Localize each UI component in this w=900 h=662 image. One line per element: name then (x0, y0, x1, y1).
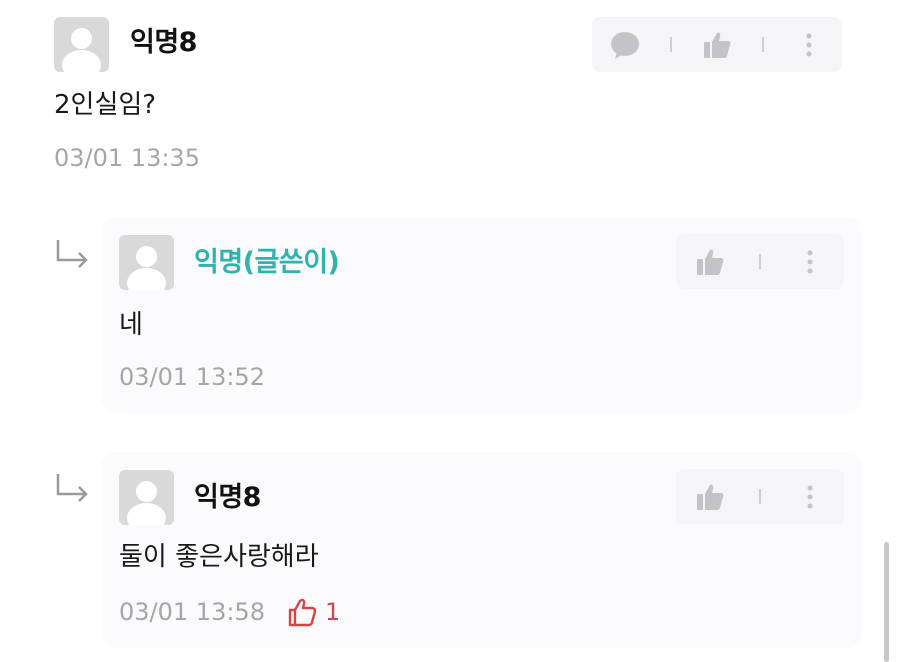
reply-time: 03/01 13:52 (119, 363, 265, 391)
reply-author[interactable]: 익명8 (194, 482, 261, 514)
reply-card: 익명8 둘이 좋은사랑해라 03/01 13:58 1 (102, 452, 862, 648)
reply-icon[interactable] (605, 25, 645, 65)
reply-author[interactable]: 익명(글쓴이) (194, 247, 340, 279)
avatar[interactable] (54, 17, 109, 72)
reply-meta-row: 03/01 13:58 1 (119, 597, 340, 627)
reply-card: 익명(글쓴이) 네 03/01 13:52 (102, 217, 862, 413)
thumbs-up-icon[interactable] (690, 242, 730, 282)
reply-arrow-icon (56, 474, 88, 502)
scrollbar[interactable] (884, 542, 889, 662)
comment-author[interactable]: 익명8 (130, 27, 197, 59)
reply-arrow-icon (56, 240, 88, 268)
more-vertical-icon[interactable] (790, 477, 830, 517)
reply-time: 03/01 13:58 (119, 598, 265, 626)
like-count-value: 1 (324, 598, 341, 626)
reply-text: 네 (119, 310, 143, 340)
avatar[interactable] (119, 235, 174, 290)
like-count: 1 (287, 597, 340, 627)
reply-text: 둘이 좋은사랑해라 (119, 542, 319, 572)
reply-actions (676, 234, 844, 289)
reply-actions (676, 469, 844, 524)
thumbs-up-icon[interactable] (697, 25, 737, 65)
thumbs-up-outline-icon (288, 598, 317, 627)
comment-actions (592, 17, 842, 72)
comment-time: 03/01 13:35 (54, 144, 200, 172)
thumbs-up-icon[interactable] (690, 477, 730, 517)
more-vertical-icon[interactable] (790, 242, 830, 282)
more-vertical-icon[interactable] (789, 25, 829, 65)
comment-text: 2인실임? (54, 90, 157, 120)
avatar[interactable] (119, 470, 174, 525)
